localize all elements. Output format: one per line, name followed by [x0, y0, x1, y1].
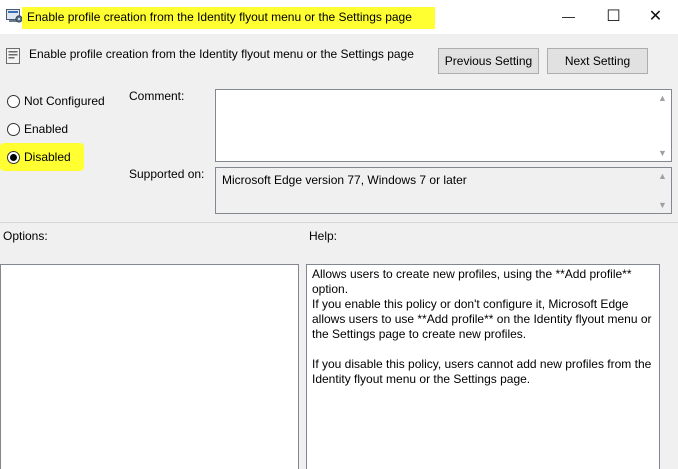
next-setting-button[interactable]: Next Setting [547, 48, 648, 74]
supported-scrollbar[interactable]: ▲ ▼ [654, 168, 671, 213]
radio-enabled-button[interactable] [7, 122, 20, 136]
comment-scrollbar[interactable]: ▲ ▼ [654, 90, 671, 161]
supported-on-label: Supported on: [129, 167, 205, 181]
radio-disabled-label: Disabled [24, 150, 71, 164]
previous-setting-button[interactable]: Previous Setting [438, 48, 539, 74]
radio-disabled-button[interactable] [7, 150, 20, 164]
scroll-up-icon[interactable]: ▲ [654, 168, 671, 184]
minimize-button[interactable]: — [546, 0, 591, 32]
help-paragraph: If you disable this policy, users cannot… [312, 357, 652, 386]
help-spacer [312, 342, 655, 357]
policy-name: Enable profile creation from the Identit… [29, 47, 414, 61]
help-label: Help: [309, 229, 338, 243]
close-icon: ✕ [648, 8, 663, 25]
radio-not-configured-button[interactable] [7, 94, 20, 108]
radio-enabled-label: Enabled [24, 122, 69, 136]
maximize-icon: ☐ [606, 8, 621, 25]
close-button[interactable]: ✕ [633, 0, 678, 32]
help-pane[interactable]: Allows users to create new profiles, usi… [306, 264, 660, 469]
comment-label: Comment: [129, 89, 185, 103]
options-pane[interactable] [0, 264, 299, 469]
title-bar: Enable profile creation from the Identit… [0, 0, 678, 34]
supported-on-field: Microsoft Edge version 77, Windows 7 or … [215, 167, 672, 214]
options-label: Options: [3, 229, 48, 243]
radio-enabled[interactable]: Enabled [7, 121, 68, 137]
divider [0, 222, 678, 223]
comment-field[interactable]: ▲ ▼ [215, 89, 672, 162]
radio-not-configured-label: Not Configured [24, 94, 105, 108]
radio-disabled[interactable]: Disabled [7, 149, 71, 165]
window-title: Enable profile creation from the Identit… [27, 10, 412, 24]
scroll-up-icon[interactable]: ▲ [654, 90, 671, 106]
minimize-icon: — [562, 8, 575, 24]
supported-on-value: Microsoft Edge version 77, Windows 7 or … [222, 173, 467, 187]
scroll-down-icon[interactable]: ▼ [654, 197, 671, 213]
policy-document-icon [6, 48, 20, 64]
scroll-down-icon[interactable]: ▼ [654, 145, 671, 161]
radio-not-configured[interactable]: Not Configured [7, 93, 105, 109]
help-paragraph: Allows users to create new profiles, usi… [312, 267, 632, 296]
help-paragraph: If you enable this policy or don't confi… [312, 297, 652, 341]
policy-settings-icon [6, 9, 23, 23]
maximize-button[interactable]: ☐ [591, 0, 636, 32]
